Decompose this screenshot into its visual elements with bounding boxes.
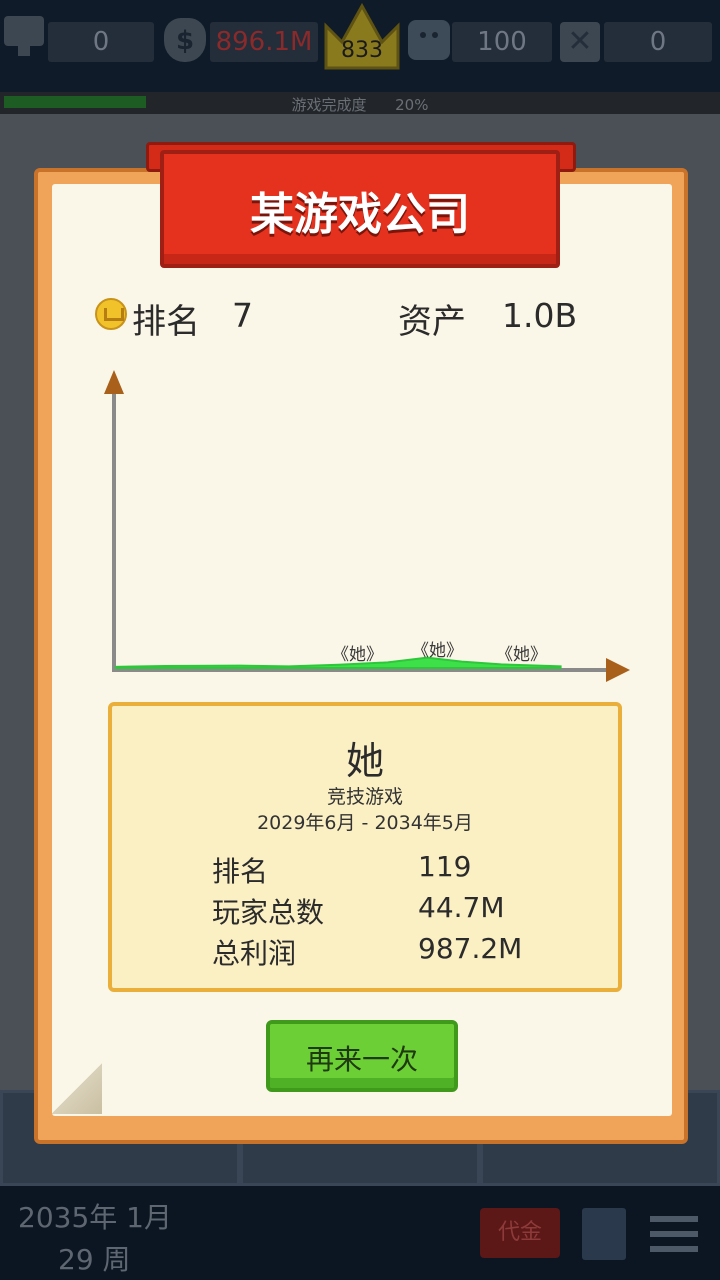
completion-progress: 游戏完成度 20%: [0, 92, 720, 114]
page-curl: [52, 1062, 102, 1114]
fans-counter: 100: [452, 22, 552, 62]
game-rank-label: 排名: [212, 855, 269, 888]
retry-label: 再来一次: [305, 1043, 418, 1076]
total-players-label: 玩家总数: [212, 896, 325, 929]
game-genre: 竞技游戏: [326, 786, 403, 808]
total-profit-label: 总利润: [212, 937, 297, 970]
money-counter: 896.1M: [210, 22, 318, 62]
chart-point-label: 《她》: [412, 641, 463, 661]
crown-counter: 833: [341, 38, 383, 63]
crown-coin-icon: [95, 298, 127, 330]
top-stats-bar: 0 $ 896.1M 833 100 ✕ 0: [0, 0, 720, 92]
game-rank-value: 119: [418, 850, 472, 883]
total-players-value: 44.7M: [418, 891, 505, 924]
revenue-chart: 《她》 《她》 《她》: [104, 370, 630, 682]
chart-point-label: 《她》: [496, 645, 547, 665]
monitor-icon: [4, 16, 44, 56]
game-info-box: 她 竞技游戏 2029年6月 - 2034年5月 排名 119 玩家总数 44.…: [108, 702, 622, 992]
stat-counter-right: 0: [604, 22, 712, 62]
assets-value: 1.0B: [502, 296, 578, 335]
retry-button[interactable]: 再来一次: [266, 1020, 458, 1092]
progress-label: 游戏完成度: [291, 96, 367, 114]
y-axis-arrow: [104, 370, 124, 394]
stat-counter: 0: [48, 22, 154, 62]
game-period: 2029年6月 - 2034年5月: [257, 812, 473, 834]
invest-button[interactable]: 代金: [480, 1208, 560, 1258]
chart-point-label: 《她》: [332, 645, 383, 665]
date-week: 29 周: [58, 1243, 131, 1276]
money-bag-icon: $: [164, 18, 206, 62]
rank-label: 排名: [132, 302, 200, 342]
game-title: 她: [345, 739, 384, 783]
total-profit-value: 987.2M: [418, 932, 523, 965]
rank-value: 7: [232, 296, 253, 335]
date-year-month: 2035年 1月: [18, 1201, 172, 1234]
progress-percent: 20%: [395, 96, 429, 114]
cross-icon: ✕: [560, 22, 600, 62]
settings-sliders-icon[interactable]: [650, 1212, 698, 1256]
fans-icon: [408, 20, 450, 60]
company-name: 某游戏公司: [250, 189, 470, 240]
book-icon[interactable]: [582, 1208, 626, 1260]
assets-label: 资产: [398, 302, 466, 342]
x-axis-arrow: [606, 658, 630, 682]
title-banner: 某游戏公司: [160, 150, 560, 268]
